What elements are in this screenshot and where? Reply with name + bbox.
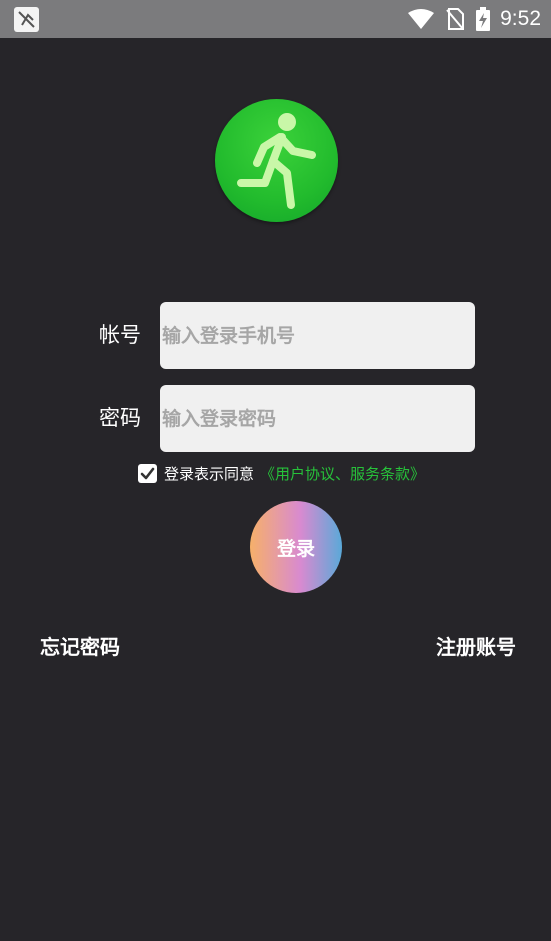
forgot-password-link[interactable]: 忘记密码 [40, 631, 120, 660]
agree-text: 登录表示同意 [164, 464, 255, 483]
wifi-icon [408, 9, 435, 29]
password-label: 密码 [99, 406, 141, 430]
register-link[interactable]: 注册账号 [436, 631, 516, 660]
account-label: 帐号 [99, 323, 141, 347]
app-notification-icon [14, 7, 39, 32]
checkmark-icon [140, 467, 155, 479]
account-input[interactable] [160, 302, 475, 369]
terms-link[interactable]: 《用户协议、服务条款》 [260, 463, 425, 484]
status-bar: 9:52 [0, 0, 551, 38]
agreement-row: 登录表示同意 《用户协议、服务条款》 [138, 462, 425, 484]
login-button[interactable]: 登录 [250, 501, 342, 593]
no-sim-icon [446, 8, 465, 30]
running-person-icon [237, 113, 316, 209]
status-time: 9:52 [500, 7, 541, 30]
agree-checkbox[interactable] [138, 463, 157, 483]
password-input[interactable] [160, 385, 475, 452]
battery-charging-icon [476, 7, 491, 31]
app-logo [215, 99, 338, 222]
